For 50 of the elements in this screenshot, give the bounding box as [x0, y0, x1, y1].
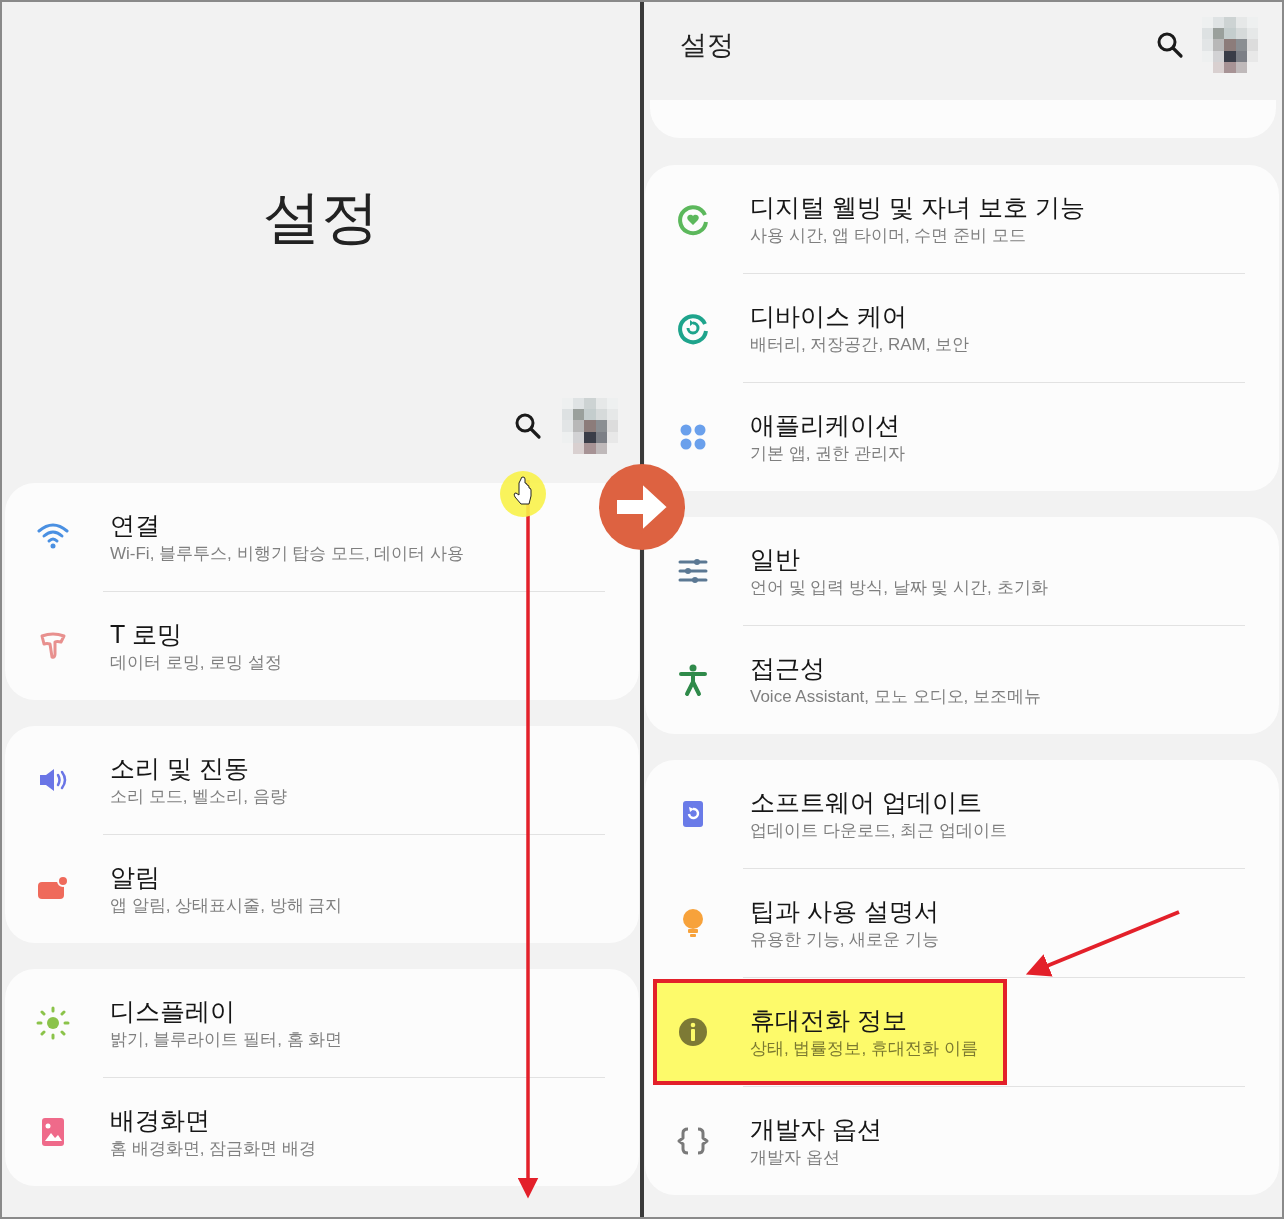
item-title: 접근성	[750, 652, 826, 683]
item-subtitle: 앱 알림, 상태표시줄, 방해 금지	[110, 894, 343, 917]
item-title: 디지털 웰빙 및 자녀 보호 기능	[750, 191, 1085, 222]
item-subtitle: 사용 시간, 앱 타이머, 수면 준비 모드	[750, 224, 1027, 247]
item-title: 디바이스 케어	[750, 300, 908, 331]
settings-item[interactable]: 휴대전화 정보 상태, 법률정보, 휴대전화 이름	[653, 979, 1007, 1085]
settings-item[interactable]: 접근성 Voice Assistant, 모노 오디오, 보조메뉴	[653, 627, 1045, 733]
item-subtitle: 밝기, 블루라이트 필터, 홈 화면	[110, 1028, 343, 1051]
settings-item[interactable]: 디지털 웰빙 및 자녀 보호 기능 사용 시간, 앱 타이머, 수면 준비 모드	[653, 166, 1089, 272]
settings-item[interactable]: T 로밍 데이터 로밍, 로밍 설정	[13, 593, 286, 699]
settings-item[interactable]: 애플리케이션 기본 앱, 권한 관리자	[653, 384, 909, 490]
item-title: 배경화면	[110, 1104, 211, 1135]
settings-item[interactable]: 연결 Wi-Fi, 블루투스, 비행기 탑승 모드, 데이터 사용	[13, 484, 469, 590]
item-title: 소프트웨어 업데이트	[750, 786, 983, 817]
item-subtitle: 개발자 옵션	[750, 1146, 841, 1169]
item-subtitle: 소리 모드, 벨소리, 음량	[110, 785, 287, 808]
settings-item[interactable]: 소프트웨어 업데이트 업데이트 다운로드, 최근 업데이트	[653, 761, 1011, 867]
item-title: 일반	[750, 543, 801, 574]
settings-item[interactable]: 팁과 사용 설명서 유용한 기능, 새로운 기능	[653, 870, 943, 976]
settings-item[interactable]: 배경화면 홈 배경화면, 잠금화면 배경	[13, 1079, 320, 1185]
item-subtitle: Wi-Fi, 블루투스, 비행기 탑승 모드, 데이터 사용	[110, 542, 465, 565]
sun-icon	[35, 1005, 71, 1041]
profile-avatar[interactable]	[562, 398, 618, 454]
item-subtitle: 유용한 기능, 새로운 기능	[750, 928, 939, 951]
settings-item[interactable]: 알림 앱 알림, 상태표시줄, 방해 금지	[13, 836, 347, 942]
item-title: 소리 및 진동	[110, 752, 250, 783]
item-subtitle: Voice Assistant, 모노 오디오, 보조메뉴	[750, 685, 1041, 708]
item-subtitle: 상태, 법률정보, 휴대전화 이름	[750, 1037, 978, 1060]
settings-item[interactable]: 디스플레이 밝기, 블루라이트 필터, 홈 화면	[13, 970, 347, 1076]
large-title: 설정	[262, 183, 380, 251]
item-subtitle: 홈 배경화면, 잠금화면 배경	[110, 1137, 316, 1160]
item-subtitle: 기본 앱, 권한 관리자	[750, 442, 905, 465]
item-subtitle: 언어 및 입력 방식, 날짜 및 시간, 초기화	[750, 576, 1048, 599]
item-title: 개발자 옵션	[750, 1113, 882, 1144]
settings-item[interactable]: 일반 언어 및 입력 방식, 날짜 및 시간, 초기화	[653, 518, 1052, 624]
item-title: 알림	[110, 861, 161, 892]
item-title: T 로밍	[110, 618, 183, 649]
item-subtitle: 업데이트 다운로드, 최근 업데이트	[750, 819, 1007, 842]
settings-item[interactable]: 디바이스 케어 배터리, 저장공간, RAM, 보안	[653, 275, 974, 381]
item-title: 디스플레이	[110, 995, 236, 1026]
item-title: 애플리케이션	[750, 409, 901, 440]
item-title: 휴대전화 정보	[750, 1004, 908, 1035]
settings-item[interactable]: 소리 및 진동 소리 모드, 벨소리, 음량	[13, 727, 291, 833]
profile-avatar[interactable]	[1202, 17, 1258, 73]
item-subtitle: 데이터 로밍, 로밍 설정	[110, 651, 282, 674]
item-title: 연결	[110, 509, 161, 540]
app-title: 설정	[680, 28, 734, 62]
settings-item[interactable]: 개발자 옵션 개발자 옵션	[653, 1088, 886, 1194]
item-title: 팁과 사용 설명서	[750, 895, 939, 926]
item-subtitle: 배터리, 저장공간, RAM, 보안	[750, 333, 970, 356]
